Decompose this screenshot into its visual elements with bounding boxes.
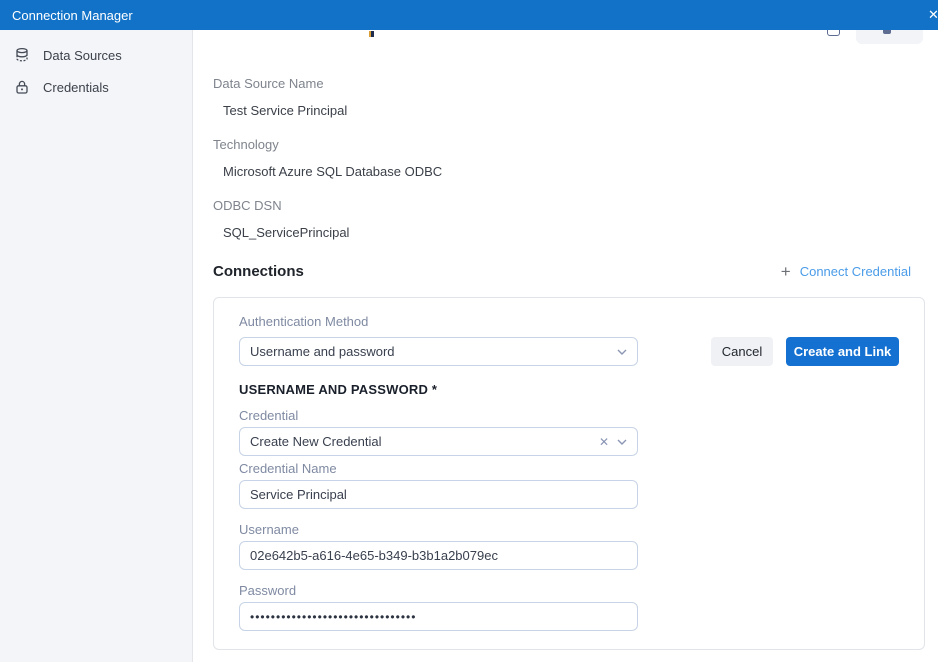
sidebar-item-label: Data Sources <box>43 48 122 63</box>
chevron-down-icon <box>617 349 627 355</box>
field-value: Test Service Principal <box>213 103 347 118</box>
clipped-button-glyph <box>883 30 891 34</box>
credential-select[interactable]: Create New Credential ✕ <box>239 427 638 456</box>
plus-icon: + <box>781 263 791 280</box>
credential-name-input[interactable] <box>239 480 638 509</box>
chevron-down-icon <box>617 439 627 445</box>
field-label: Technology <box>213 137 442 152</box>
field-value: SQL_ServicePrincipal <box>213 225 349 240</box>
connect-credential-panel: Authentication Method Username and passw… <box>213 297 925 650</box>
clipped-heading-artifact <box>369 31 374 37</box>
close-icon[interactable]: ✕ <box>928 7 938 23</box>
auth-method-select[interactable]: Username and password <box>239 337 638 366</box>
field-label: ODBC DSN <box>213 198 349 213</box>
password-input[interactable] <box>239 602 638 631</box>
database-icon <box>14 47 30 63</box>
field-odbc-dsn: ODBC DSN SQL_ServicePrincipal <box>213 198 349 240</box>
username-label: Username <box>239 522 299 537</box>
clipped-toolbar-icon <box>827 30 840 36</box>
cancel-button[interactable]: Cancel <box>711 337 773 366</box>
field-value: Microsoft Azure SQL Database ODBC <box>213 164 442 179</box>
sidebar-item-label: Credentials <box>43 80 109 95</box>
sidebar-item-data-sources[interactable]: Data Sources <box>0 44 192 66</box>
field-label: Data Source Name <box>213 76 347 91</box>
auth-method-label: Authentication Method <box>239 314 368 329</box>
credential-label: Credential <box>239 408 298 423</box>
main-content: Data Source Name Test Service Principal … <box>193 30 938 662</box>
connections-header-row: Connections + Connect Credential <box>213 259 911 283</box>
password-label: Password <box>239 583 296 598</box>
credential-name-label: Credential Name <box>239 461 337 476</box>
clipped-toolbar-button[interactable] <box>856 30 923 44</box>
connections-heading: Connections <box>213 263 304 280</box>
connect-credential-label: Connect Credential <box>800 264 911 279</box>
window-title: Connection Manager <box>12 8 133 23</box>
lock-icon <box>14 79 30 95</box>
connect-credential-button[interactable]: + Connect Credential <box>781 263 911 280</box>
username-password-section-heading: USERNAME AND PASSWORD * <box>239 382 437 397</box>
titlebar: Connection Manager ✕ <box>0 0 938 30</box>
field-data-source-name: Data Source Name Test Service Principal <box>213 76 347 118</box>
field-technology: Technology Microsoft Azure SQL Database … <box>213 137 442 179</box>
credential-value: Create New Credential <box>250 434 382 449</box>
sidebar-item-credentials[interactable]: Credentials <box>0 76 192 98</box>
username-input[interactable] <box>239 541 638 570</box>
create-and-link-button[interactable]: Create and Link <box>786 337 899 366</box>
sidebar: Data Sources Credentials <box>0 30 193 662</box>
auth-method-value: Username and password <box>250 344 395 359</box>
clear-icon[interactable]: ✕ <box>599 436 609 448</box>
